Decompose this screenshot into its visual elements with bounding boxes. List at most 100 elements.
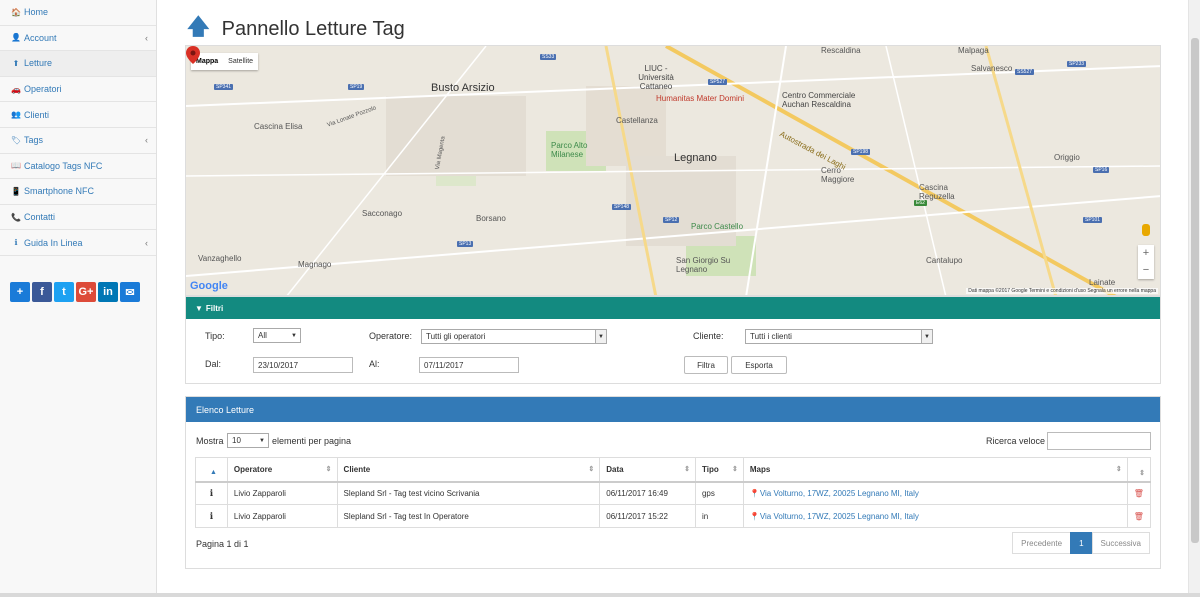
filter-icon: ▼	[195, 303, 203, 313]
chevron-left-icon: ‹	[145, 32, 148, 43]
twitter-icon[interactable]: t	[54, 282, 74, 302]
sidebar-item-smartphone-nfc[interactable]: 📱 Smartphone NFC	[0, 179, 156, 205]
sidebar-item-guida-in-linea[interactable]: ℹ Guida In Linea ‹	[0, 230, 156, 256]
tipo-select[interactable]: All ▼	[253, 328, 301, 343]
map-pin-icon[interactable]	[186, 46, 200, 64]
dashboard-icon: 🏠	[11, 7, 21, 17]
sort-icon: ⇕	[325, 465, 332, 473]
sidebar-item-account[interactable]: 👤 Account ‹	[0, 26, 156, 52]
google-plus-icon[interactable]: G+	[76, 282, 96, 302]
operatore-select-value: Tutti gli operatori	[426, 332, 486, 341]
maps-link[interactable]: Via Volturno, 17WZ, 20025 Legnano MI, It…	[760, 489, 919, 498]
cliente-label: Cliente:	[693, 331, 724, 341]
mobile-icon: 📱	[11, 186, 21, 196]
share-plus-icon[interactable]: +	[10, 282, 30, 302]
sidebar-item-tags[interactable]: 🏷 Tags ‹	[0, 128, 156, 154]
map-label-magnago: Magnago	[298, 260, 332, 269]
zoom-in-button[interactable]: +	[1138, 245, 1154, 262]
dal-date-input[interactable]: 23/10/2017	[253, 357, 353, 373]
road-shield: SP19	[348, 84, 365, 90]
caret-down-icon: ▼	[259, 437, 265, 444]
map-label-castellanza: Castellanza	[616, 116, 658, 125]
zoom-out-button[interactable]: −	[1138, 262, 1154, 279]
sidebar-item-label: Clienti	[24, 109, 50, 120]
filters-header[interactable]: ▼ Filtri	[186, 297, 1160, 319]
road-shield: SP148	[612, 204, 632, 210]
sidebar-item-label: Tags	[24, 135, 44, 146]
operatore-select[interactable]: Tutti gli operatori ▼	[421, 329, 607, 344]
facebook-icon[interactable]: f	[32, 282, 52, 302]
page-size-select[interactable]: 10 ▼	[227, 433, 269, 448]
esporta-button[interactable]: Esporta	[731, 356, 787, 374]
street-view-pegman-icon[interactable]	[1142, 224, 1150, 236]
map-footer[interactable]: Dati mappa ©2017 Google Termini e condiz…	[966, 288, 1158, 294]
info-icon[interactable]: ℹ	[195, 504, 228, 528]
col-header-actions[interactable]: ⇕	[1126, 457, 1152, 483]
sidebar-item-operatori[interactable]: 🚗 Operatori	[0, 77, 156, 103]
maps-link[interactable]: Via Volturno, 17WZ, 20025 Legnano MI, It…	[760, 512, 919, 521]
filtra-button[interactable]: Filtra	[684, 356, 728, 374]
map-type-control: Mappa Satellite	[191, 53, 259, 70]
col-header-data[interactable]: Data ⇕	[599, 457, 696, 483]
map-label-centro: Centro Commerciale Auchan Rescaldina	[782, 91, 856, 109]
prev-page-button[interactable]: Precedente	[1012, 532, 1072, 554]
cell-maps[interactable]: 📍Via Volturno, 17WZ, 20025 Legnano MI, I…	[742, 481, 1128, 505]
next-page-button[interactable]: Successiva	[1091, 532, 1150, 554]
cell-maps[interactable]: 📍Via Volturno, 17WZ, 20025 Legnano MI, I…	[742, 504, 1128, 528]
chevron-down-icon: ▼	[595, 330, 606, 343]
map-marker-icon: 📍	[749, 488, 760, 498]
user-icon: 👤	[11, 33, 21, 43]
map-type-satellite[interactable]: Satellite	[223, 53, 258, 70]
map-label-parco-alto: Parco Alto Milanese	[551, 141, 588, 159]
map-label-lainate: Lainate	[1089, 278, 1116, 287]
sidebar-item-catalogo-tags-nfc[interactable]: 📖 Catalogo Tags NFC	[0, 154, 156, 180]
sidebar-item-clienti[interactable]: 👥 Clienti	[0, 102, 156, 128]
table-row: ℹ Livio Zapparoli Slepland Srl - Tag tes…	[195, 481, 1152, 505]
map[interactable]: Mappa Satellite Busto Arsizio LIUC - Uni…	[185, 45, 1161, 296]
sidebar-item-contatti[interactable]: 📞 Contatti	[0, 205, 156, 231]
map-label-malpaga: Malpaga	[958, 46, 989, 55]
col-header-operatore[interactable]: Operatore ⇕	[226, 457, 338, 483]
caret-down-icon: ▼	[291, 332, 297, 339]
col-header-label: Operatore	[233, 464, 273, 474]
cliente-select[interactable]: Tutti i clienti ▼	[745, 329, 933, 344]
map-label-liuc: LIUC - Università Cattaneo	[638, 64, 674, 91]
page-scrollbar[interactable]	[1188, 0, 1200, 597]
map-label-salvanesco: Salvanesco	[971, 64, 1013, 73]
map-label-parco-castello: Parco Castello	[691, 222, 744, 231]
linkedin-icon[interactable]: in	[98, 282, 118, 302]
sidebar-item-label: Contatti	[24, 212, 56, 223]
map-label-san-giorgio: San Giorgio Su Legnano	[676, 256, 731, 274]
info-icon[interactable]: ℹ	[195, 481, 228, 505]
page-title: Pannello Letture Tag	[221, 17, 405, 40]
map-label-rescaldina: Rescaldina	[821, 46, 861, 55]
col-header-info[interactable]: ▲	[195, 457, 228, 483]
sort-icon: ⇕	[731, 465, 738, 473]
sidebar-item-letture[interactable]: ⬆ Letture	[0, 51, 156, 77]
map-label-origgio: Origgio	[1054, 153, 1080, 162]
road-shield: E62	[914, 200, 927, 206]
arrow-up-icon: ⬆	[12, 58, 20, 68]
col-header-label: Cliente	[343, 464, 371, 474]
road-shield: SP16	[1093, 167, 1110, 173]
email-icon[interactable]: ✉	[120, 282, 140, 302]
filters-title: Filtri	[205, 303, 224, 313]
sort-icon: ⇕	[588, 465, 595, 473]
book-icon: 📖	[11, 161, 21, 171]
trash-icon[interactable]: 🗑	[1126, 504, 1152, 528]
pagination: Precedente 1 Successiva	[1012, 532, 1150, 554]
scrollbar-thumb[interactable]	[1191, 38, 1199, 543]
col-header-tipo[interactable]: Tipo ⇕	[694, 457, 744, 483]
road-shield: SP198	[851, 149, 871, 155]
page-button-1[interactable]: 1	[1070, 532, 1093, 554]
readings-list-panel: Elenco Letture Mostra 10 ▼ elementi per …	[185, 396, 1161, 569]
col-header-maps[interactable]: Maps ⇕	[742, 457, 1128, 483]
al-date-input[interactable]: 07/11/2017	[419, 357, 519, 373]
col-header-cliente[interactable]: Cliente ⇕	[336, 457, 601, 483]
map-label-cascina-reguzella: Cascina Reguzella	[919, 183, 955, 201]
taskbar	[0, 593, 1200, 597]
sidebar-item-home[interactable]: 🏠 Home	[0, 0, 156, 26]
chevron-down-icon: ▼	[921, 330, 932, 343]
search-input[interactable]	[1047, 432, 1151, 450]
trash-icon[interactable]: 🗑	[1126, 481, 1152, 505]
